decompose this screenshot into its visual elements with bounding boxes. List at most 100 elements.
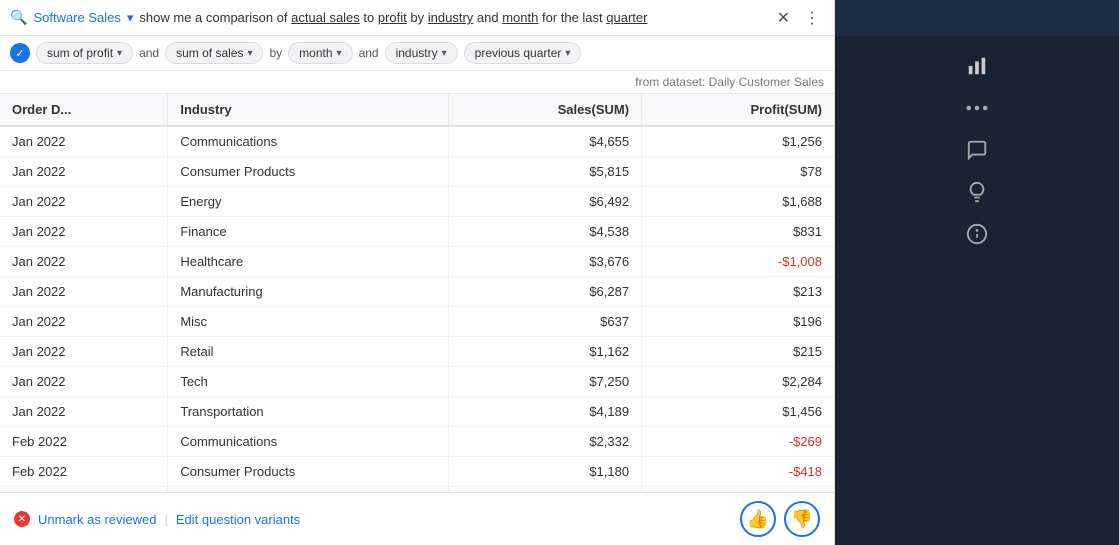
by-text: by [269, 46, 282, 60]
unmark-icon: ✕ [14, 511, 30, 527]
table-cell: $1,688 [642, 187, 834, 217]
table-cell: $1,162 [448, 337, 641, 367]
feedback-buttons: 👍 👎 [740, 501, 820, 537]
month-label: month [299, 46, 332, 60]
app-dropdown-icon[interactable]: ▾ [127, 10, 134, 26]
table-row: Jan 2022Finance$4,538$831 [0, 217, 834, 247]
table-cell: $2,284 [642, 367, 834, 397]
table-cell: Jan 2022 [0, 187, 168, 217]
data-table: Order D... Industry Sales(SUM) Profit(SU… [0, 94, 834, 492]
table-row: Jan 2022Manufacturing$6,287$213 [0, 277, 834, 307]
more-options-button[interactable]: ⋮ [800, 6, 824, 30]
table-cell: $4,655 [448, 126, 641, 157]
table-cell: Consumer Products [168, 457, 448, 487]
table-cell: $6,287 [448, 277, 641, 307]
table-cell: $78 [642, 157, 834, 187]
table-cell: Transportation [168, 397, 448, 427]
table-cell: Energy [168, 187, 448, 217]
table-cell: $1,456 [642, 397, 834, 427]
table-cell: Finance [168, 217, 448, 247]
month-chip[interactable]: month ▾ [288, 42, 352, 64]
table-row: Feb 2022Communications$2,332-$269 [0, 427, 834, 457]
col-industry[interactable]: Industry [168, 94, 448, 126]
col-profit[interactable]: Profit(SUM) [642, 94, 834, 126]
dataset-label: from dataset: Daily Customer Sales [635, 75, 824, 89]
table-cell: $2,332 [448, 427, 641, 457]
more-options-panel-button[interactable] [959, 90, 995, 126]
and-text-2: and [359, 46, 379, 60]
table-cell: Jan 2022 [0, 397, 168, 427]
table-cell: Jan 2022 [0, 367, 168, 397]
table-row: Feb 2022Consumer Products$1,180-$418 [0, 457, 834, 487]
table-cell: $1,256 [642, 126, 834, 157]
comment-button[interactable] [959, 132, 995, 168]
sum-of-sales-label: sum of sales [176, 46, 243, 60]
info-button[interactable] [959, 216, 995, 252]
confirm-icon[interactable]: ✓ [10, 43, 30, 63]
col-order-date[interactable]: Order D... [0, 94, 168, 126]
table-cell: Communications [168, 427, 448, 457]
previous-quarter-chip[interactable]: previous quarter ▾ [464, 42, 582, 64]
thumbdown-button[interactable]: 👎 [784, 501, 820, 537]
edit-question-link[interactable]: Edit question variants [176, 512, 300, 527]
table-cell: Feb 2022 [0, 427, 168, 457]
thumbup-button[interactable]: 👍 [740, 501, 776, 537]
table-cell: Manufacturing [168, 277, 448, 307]
sum-of-sales-chip[interactable]: sum of sales ▾ [165, 42, 263, 64]
lightbulb-button[interactable] [959, 174, 995, 210]
table-cell: $637 [448, 307, 641, 337]
table-cell: Jan 2022 [0, 157, 168, 187]
bar-chart-button[interactable] [959, 48, 995, 84]
search-icon: 🔍 [10, 9, 27, 26]
and-text-1: and [139, 46, 159, 60]
table-cell: $215 [642, 337, 834, 367]
app-label[interactable]: Software Sales [33, 10, 120, 25]
right-panel-icons [835, 36, 1119, 264]
table-cell: $4,189 [448, 397, 641, 427]
table-cell: $831 [642, 217, 834, 247]
table-cell: Jan 2022 [0, 247, 168, 277]
table-row: Jan 2022Misc$637$196 [0, 307, 834, 337]
table-cell: $213 [642, 277, 834, 307]
chip-arrow-4: ▾ [442, 48, 447, 59]
table-cell: $7,250 [448, 367, 641, 397]
search-bar: 🔍 Software Sales ▾ show me a comparison … [0, 0, 834, 36]
right-panel [835, 0, 1119, 545]
table-cell: Jan 2022 [0, 277, 168, 307]
chip-arrow-2: ▾ [247, 48, 252, 59]
table-cell: -$269 [642, 427, 834, 457]
table-cell: Feb 2022 [0, 457, 168, 487]
table-cell: Misc [168, 307, 448, 337]
bottom-bar: ✕ Unmark as reviewed | Edit question var… [0, 492, 834, 545]
table-cell: Tech [168, 367, 448, 397]
col-sales[interactable]: Sales(SUM) [448, 94, 641, 126]
industry-label: industry [396, 46, 438, 60]
table-row: Jan 2022Transportation$4,189$1,456 [0, 397, 834, 427]
unmark-reviewed-link[interactable]: Unmark as reviewed [38, 512, 157, 527]
table-cell: -$1,008 [642, 247, 834, 277]
close-button[interactable]: ✕ [773, 6, 794, 30]
table-row: Jan 2022Consumer Products$5,815$78 [0, 157, 834, 187]
filters-row: ✓ sum of profit ▾ and sum of sales ▾ by … [0, 36, 834, 71]
table-header-row: Order D... Industry Sales(SUM) Profit(SU… [0, 94, 834, 126]
table-cell: $1,180 [448, 457, 641, 487]
sum-of-profit-chip[interactable]: sum of profit ▾ [36, 42, 133, 64]
table-cell: $4,538 [448, 217, 641, 247]
bottom-left-actions: ✕ Unmark as reviewed | Edit question var… [14, 511, 300, 527]
table-cell: Consumer Products [168, 157, 448, 187]
chip-arrow-3: ▾ [337, 48, 342, 59]
chip-arrow-5: ▾ [565, 48, 570, 59]
table-cell: Jan 2022 [0, 337, 168, 367]
table-row: Jan 2022Healthcare$3,676-$1,008 [0, 247, 834, 277]
right-panel-header [835, 0, 1119, 36]
table-row: Jan 2022Tech$7,250$2,284 [0, 367, 834, 397]
industry-chip[interactable]: industry ▾ [385, 42, 458, 64]
separator: | [165, 512, 168, 527]
query-text: show me a comparison of actual sales to … [139, 10, 766, 25]
table-cell: Jan 2022 [0, 217, 168, 247]
table-cell: Retail [168, 337, 448, 367]
data-table-container[interactable]: Order D... Industry Sales(SUM) Profit(SU… [0, 94, 834, 492]
table-row: Jan 2022Retail$1,162$215 [0, 337, 834, 367]
chip-arrow: ▾ [117, 48, 122, 59]
table-cell: $6,492 [448, 187, 641, 217]
